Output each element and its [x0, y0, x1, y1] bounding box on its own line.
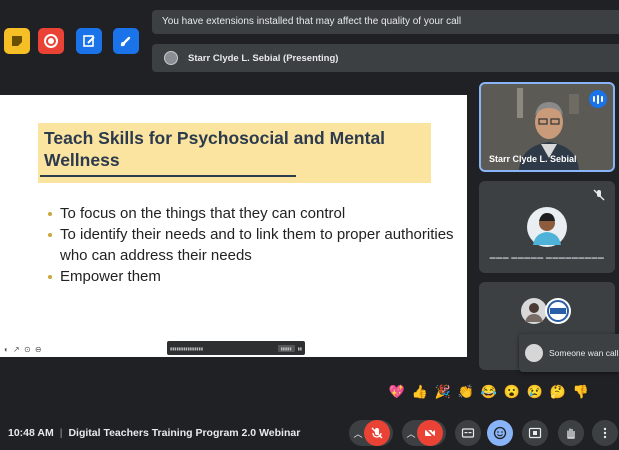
camera-control[interactable]: ︿ [402, 420, 446, 446]
crying-reaction[interactable]: 😢 [526, 383, 544, 401]
speaking-indicator-icon [589, 90, 607, 108]
thumbs-down-reaction[interactable]: 👎 [572, 383, 590, 401]
present-screen-icon [528, 427, 542, 439]
sticky-note-app-button[interactable] [4, 28, 30, 54]
brush-icon [120, 36, 131, 47]
chevron-up-icon[interactable]: ︿ [352, 420, 364, 446]
toast-avatar [525, 344, 543, 362]
extensions-warning-banner: You have extensions installed that may a… [152, 10, 619, 34]
slide-toolbar[interactable]: ◐ ↗ ⊙ ⊖ [4, 345, 43, 354]
participant-avatar [527, 207, 567, 247]
participant-name: Starr Clyde L. Sebial [489, 154, 577, 164]
reactions-button[interactable] [487, 420, 513, 446]
organization-logo-avatar [545, 298, 571, 324]
clapping-reaction[interactable]: 👏 [457, 383, 475, 401]
thumbs-up-reaction[interactable]: 👍 [411, 383, 429, 401]
brush-app-button[interactable] [113, 28, 139, 54]
more-vertical-icon [603, 427, 607, 439]
bullet-dot [48, 233, 52, 237]
reaction-toast: Someone wan call [519, 334, 619, 372]
toast-text: Someone wan call [549, 347, 619, 358]
laughing-reaction[interactable]: 😂 [480, 383, 498, 401]
slide-bullet: Empower them [46, 266, 456, 287]
record-app-button[interactable] [38, 28, 64, 54]
sticky-note-icon [12, 36, 22, 46]
presenting-banner[interactable]: Starr Clyde L. Sebial (Presenting) [152, 44, 619, 72]
captions-button[interactable] [455, 420, 481, 446]
presenter-avatar [164, 51, 178, 65]
meeting-separator: | [59, 427, 63, 439]
meet-window: You have extensions installed that may a… [0, 0, 619, 450]
slide-bullet: To focus on the things that they can con… [46, 203, 456, 224]
chevron-up-icon[interactable]: ︿ [405, 420, 417, 446]
stop-sharing-button[interactable]: ▮▮▮▮▮ [277, 344, 295, 352]
participant-name-blurred: ▬▬▬ ▬▬▬▬▬ ▬▬▬▬▬▬▬▬▬ [489, 255, 605, 261]
surprised-reaction[interactable]: 😮 [503, 383, 521, 401]
party-popper-reaction[interactable]: 🎉 [434, 383, 452, 401]
smiley-icon [493, 426, 507, 440]
presenting-label: Starr Clyde L. Sebial (Presenting) [188, 52, 339, 64]
mic-toggle-button[interactable] [364, 420, 390, 446]
shared-slide: Teach Skills for Psychosocial and Mental… [0, 95, 467, 357]
thinking-reaction[interactable]: 🤔 [549, 383, 567, 401]
share-bar-message: ▮▮▮▮▮▮▮▮▮▮▮▮▮▮▮ [170, 345, 204, 351]
participant-avatar [521, 298, 547, 324]
slide-bullet: To identify their needs and to link them… [46, 224, 456, 266]
more-options-button[interactable] [592, 420, 618, 446]
microphone-control[interactable]: ︿ [349, 420, 393, 446]
slide-title: Teach Skills for Psychosocial and Mental… [44, 128, 386, 170]
record-icon [44, 34, 58, 48]
reaction-bar: 💖 👍 🎉 👏 😂 😮 😢 🤔 👎 [388, 383, 590, 401]
participant-tile-presenter[interactable]: Starr Clyde L. Sebial [479, 82, 615, 172]
raise-hand-icon [567, 428, 575, 439]
closed-captions-icon [461, 428, 475, 438]
slide-bullet-list: To focus on the things that they can con… [46, 203, 456, 287]
sparkling-heart-reaction[interactable]: 💖 [388, 383, 406, 401]
camera-toggle-button[interactable] [417, 420, 443, 446]
participant-tile[interactable]: ▬▬▬ ▬▬▬▬▬ ▬▬▬▬▬▬▬▬▬ [479, 181, 615, 273]
edit-app-button[interactable] [76, 28, 102, 54]
mic-off-icon [371, 427, 383, 439]
extensions-warning-text: You have extensions installed that may a… [162, 16, 462, 27]
bullet-dot [48, 212, 52, 216]
meeting-time: 10:48 AM [8, 427, 54, 439]
screen-share-bar: ▮▮▮▮▮▮▮▮▮▮▮▮▮▮▮ ▮▮▮▮▮ ▮▮ [167, 341, 305, 355]
edit-document-icon [83, 35, 95, 47]
meeting-info: 10:48 AM | Digital Teachers Training Progr… [8, 427, 300, 439]
hide-button[interactable]: ▮▮ [298, 346, 302, 351]
present-screen-button[interactable] [522, 420, 548, 446]
mic-muted-icon [593, 189, 605, 201]
bullet-dot [48, 275, 52, 279]
raise-hand-button[interactable] [558, 420, 584, 446]
camera-off-icon [424, 427, 436, 439]
meeting-title: Digital Teachers Training Program 2.0 We… [68, 427, 301, 439]
slide-title-underline [40, 175, 296, 177]
